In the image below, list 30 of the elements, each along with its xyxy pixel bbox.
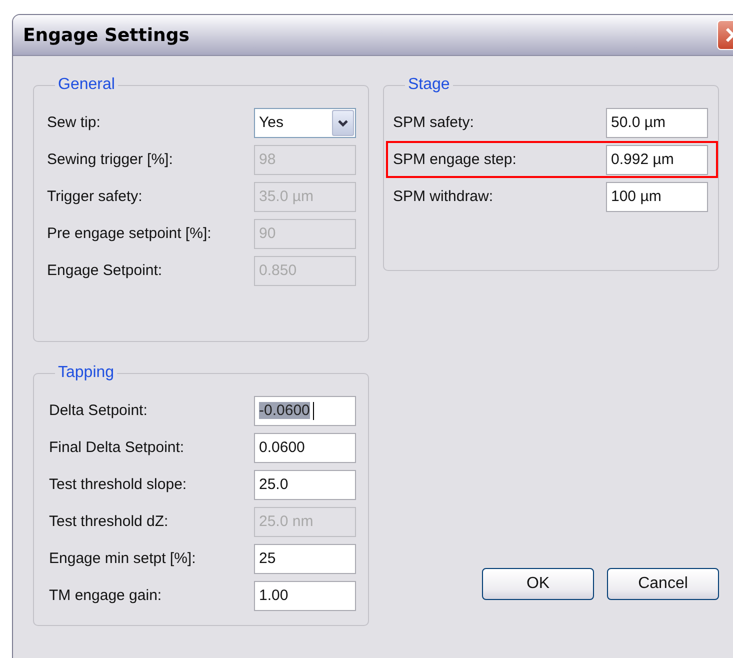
field-label: Engage Setpoint: (47, 262, 162, 279)
group-title: Stage (407, 76, 451, 94)
dropdown[interactable]: Yes (254, 108, 356, 138)
input-field[interactable]: 25 (254, 544, 356, 574)
field-label: Test threshold slope: (49, 476, 187, 493)
field-label: TM engage gain: (49, 587, 162, 604)
field-label: Engage min setpt [%]: (49, 550, 196, 567)
field-label: Final Delta Setpoint: (49, 439, 184, 456)
field-label: Sewing trigger [%]: (47, 151, 173, 168)
input-field[interactable]: -0.0600 (254, 396, 356, 426)
field-label: Sew tip: (47, 114, 100, 131)
field-label: Trigger safety: (47, 188, 142, 205)
field-label: SPM safety: (393, 114, 474, 131)
input-field[interactable]: 1.00 (254, 580, 356, 610)
window-title: Engage Settings (23, 24, 190, 46)
field-label: Pre engage setpoint [%]: (47, 225, 212, 242)
dialog-button[interactable]: OK (482, 568, 594, 600)
field-label: SPM engage step: (393, 151, 516, 168)
field-label: Delta Setpoint: (49, 402, 148, 419)
group-title: Tapping (57, 364, 116, 382)
dialog-button[interactable]: Cancel (607, 568, 719, 600)
input-field[interactable]: 100 µm (606, 182, 708, 212)
input-field[interactable]: 0.0600 (254, 432, 356, 462)
input-field[interactable]: 50.0 µm (606, 108, 708, 138)
input-field[interactable]: 25.0 (254, 470, 356, 500)
dropdown-value: Yes (259, 114, 284, 131)
group-title: General (57, 76, 116, 94)
input-field[interactable]: 0.992 µm (606, 144, 708, 174)
field-label: Test threshold dZ: (49, 513, 168, 530)
field-label: SPM withdraw: (393, 188, 494, 205)
